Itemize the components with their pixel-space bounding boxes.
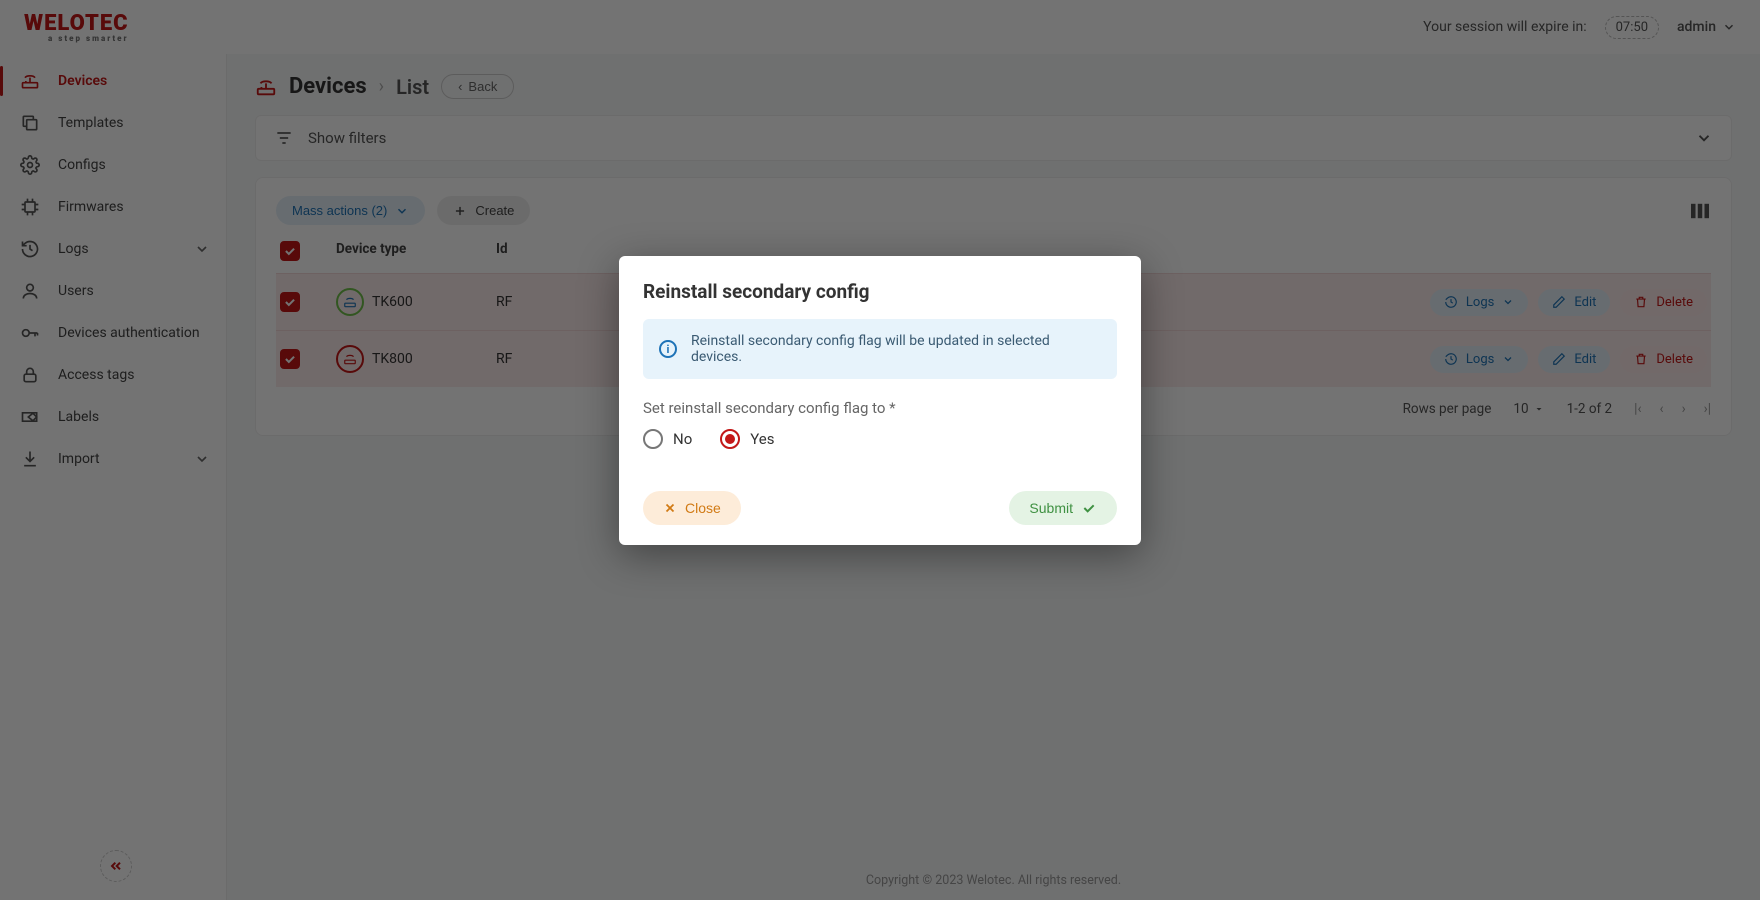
radio-option-no[interactable]: No bbox=[643, 429, 692, 449]
radio-icon bbox=[643, 429, 663, 449]
submit-label: Submit bbox=[1029, 500, 1073, 516]
radio-option-yes[interactable]: Yes bbox=[720, 429, 774, 449]
close-button[interactable]: Close bbox=[643, 491, 741, 525]
reinstall-config-modal: Reinstall secondary config i Reinstall s… bbox=[619, 256, 1141, 545]
modal-title: Reinstall secondary config bbox=[643, 280, 1117, 303]
check-icon bbox=[1081, 500, 1097, 516]
radio-label: No bbox=[673, 430, 692, 448]
info-icon: i bbox=[659, 340, 677, 358]
close-label: Close bbox=[685, 500, 721, 516]
modal-actions: Close Submit bbox=[643, 491, 1117, 525]
radio-icon bbox=[720, 429, 740, 449]
modal-overlay[interactable]: Reinstall secondary config i Reinstall s… bbox=[0, 0, 1760, 900]
field-label: Set reinstall secondary config flag to * bbox=[643, 399, 1117, 417]
radio-label: Yes bbox=[750, 430, 774, 448]
submit-button[interactable]: Submit bbox=[1009, 491, 1117, 525]
info-banner: i Reinstall secondary config flag will b… bbox=[643, 319, 1117, 379]
info-text: Reinstall secondary config flag will be … bbox=[691, 333, 1101, 365]
radio-group: No Yes bbox=[643, 429, 1117, 449]
close-icon bbox=[663, 501, 677, 515]
